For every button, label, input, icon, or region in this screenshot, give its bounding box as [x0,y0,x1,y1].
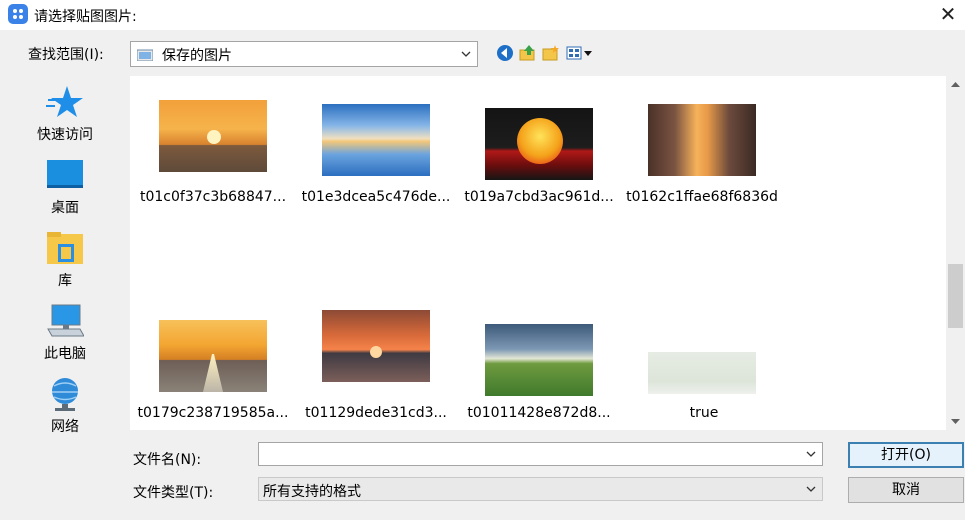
place-label: 快速访问 [37,127,93,143]
file-name[interactable]: t01e3dcea5c476de... [296,189,456,205]
lookin-value: 保存的图片 [162,48,232,64]
file-name[interactable]: t0179c238719585a... [133,405,293,421]
file-list-view[interactable]: t01c0f37c3b68847... t01e3dcea5c476de... … [130,76,946,430]
filename-label: 文件名(N): [133,452,202,468]
up-folder-icon[interactable] [519,44,537,62]
star-icon [46,86,83,117]
close-icon[interactable]: ✕ [931,0,965,28]
scroll-thumb[interactable] [948,264,963,328]
file-name[interactable]: t019a7cbd3ac961d... [459,189,619,205]
place-label: 网络 [51,419,79,435]
file-thumbnail[interactable] [159,320,267,392]
file-thumbnail[interactable] [322,104,430,176]
file-name[interactable]: t01011428e872d8... [459,405,619,421]
place-desktop[interactable]: 桌面 [6,153,124,223]
place-library[interactable]: 库 [6,226,124,296]
lookin-combobox[interactable]: 保存的图片 [130,41,478,67]
view-menu-icon[interactable] [566,44,594,62]
desktop-icon [47,160,83,188]
file-thumbnail[interactable] [648,352,756,394]
chevron-down-icon [461,51,471,57]
library-icon [47,232,83,264]
lookin-label: 查找范围(I): [28,47,104,63]
title-bar: 请选择贴图图片: ✕ [0,0,965,30]
chevron-down-icon[interactable] [804,482,818,496]
place-label: 库 [58,273,72,289]
scroll-down-icon[interactable] [946,413,965,430]
chevron-down-icon[interactable] [804,447,818,461]
vertical-scrollbar[interactable] [946,76,965,430]
network-icon [52,378,78,411]
file-thumbnail[interactable] [485,108,593,180]
filetype-label: 文件类型(T): [133,485,214,501]
filetype-value: 所有支持的格式 [263,484,361,500]
file-thumbnail[interactable] [485,324,593,396]
file-name[interactable]: true [624,405,784,421]
file-thumbnail[interactable] [322,310,430,382]
filetype-select[interactable]: 所有支持的格式 [258,477,823,501]
place-network[interactable]: 网络 [6,372,124,442]
file-thumbnail[interactable] [648,104,756,176]
place-label: 此电脑 [44,346,86,362]
place-quick-access[interactable]: 快速访问 [6,80,124,150]
computer-icon [47,304,84,337]
cancel-button[interactable]: 取消 [848,477,964,503]
place-label: 桌面 [51,200,79,216]
dialog-title: 请选择贴图图片: [34,9,137,25]
pictures-folder-icon [137,49,153,61]
filename-field[interactable] [258,442,823,466]
open-button[interactable]: 打开(O) [848,442,964,468]
new-folder-icon[interactable] [542,44,560,62]
file-name[interactable]: t01129dede31cd3... [296,405,456,421]
places-bar: 快速访问 桌面 库 此电脑 网络 [6,76,124,520]
scroll-up-icon[interactable] [946,76,965,93]
back-icon[interactable] [496,44,514,62]
file-thumbnail[interactable] [159,100,267,172]
file-name[interactable]: t01c0f37c3b68847... [133,189,293,205]
app-icon [8,4,28,24]
place-this-pc[interactable]: 此电脑 [6,299,124,369]
file-name[interactable]: t0162c1ffae68f6836d [622,189,782,205]
